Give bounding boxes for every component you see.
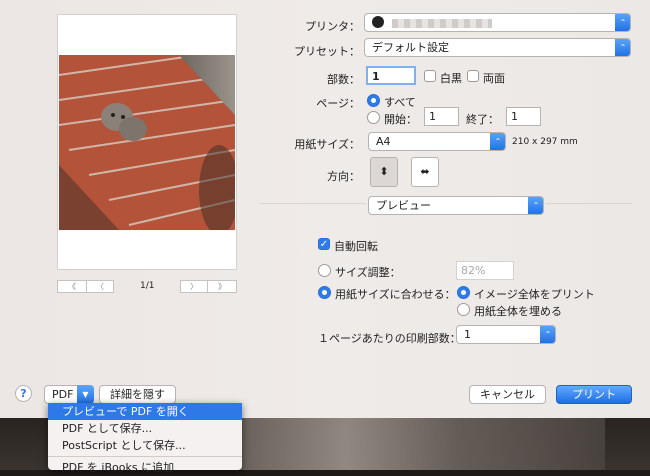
scale-label: サイズ調整：	[335, 266, 401, 279]
print-dialog: 《 〈 1/1 〉 》 プリンタ： ⌃ プリセット： デフォルト設定 ⌃ 部数：…	[0, 0, 650, 418]
duplex-label: 両面	[483, 72, 505, 85]
fill-paper-radio[interactable]	[457, 303, 470, 316]
kitten-photo	[59, 55, 235, 230]
first-page-button[interactable]: 《	[57, 280, 87, 293]
cancel-button[interactable]: キャンセル	[469, 385, 546, 404]
pages-range-radio[interactable]	[367, 111, 380, 124]
pages-to-input[interactable]: 1	[506, 107, 541, 126]
paper-size-value: A4	[376, 135, 391, 148]
print-entire-radio[interactable]	[457, 286, 470, 299]
last-page-button[interactable]: 》	[207, 280, 237, 293]
page-indicator: 1/1	[140, 281, 155, 291]
paper-dimensions: 210 x 297 mm	[512, 137, 578, 147]
chevron-updown-icon: ⌃	[540, 326, 555, 343]
menu-item-add-to-ibooks[interactable]: PDF を iBooks に追加	[48, 459, 242, 476]
printer-popup[interactable]: ⌃	[364, 13, 631, 32]
pages-from-label: 開始：	[384, 113, 417, 126]
fill-paper-label: 用紙全体を埋める	[474, 305, 562, 318]
chevron-updown-icon: ⌃	[615, 14, 630, 31]
portrait-icon: ⬍	[379, 165, 389, 178]
auto-rotate-label: 自動回転	[334, 240, 378, 253]
portrait-orientation-button[interactable]: ⬍	[370, 157, 398, 187]
fit-paper-radio[interactable]	[318, 286, 331, 299]
per-page-value: 1	[464, 328, 471, 341]
section-value: プレビュー	[376, 199, 431, 212]
help-button[interactable]: ?	[15, 385, 32, 402]
menu-item-save-as-pdf[interactable]: PDF として保存...	[48, 420, 242, 437]
per-page-label: １ページあたりの印刷部数：	[318, 332, 461, 345]
chevron-down-icon: ▼	[77, 385, 94, 404]
scale-input[interactable]: 82%	[456, 261, 514, 280]
print-entire-label: イメージ全体をプリント	[474, 288, 595, 301]
pdf-button-label: PDF	[52, 388, 74, 401]
pdf-dropdown-menu: プレビューで PDF を開く PDF として保存... PostScript と…	[48, 403, 242, 474]
section-popup[interactable]: プレビュー ⌃	[368, 196, 544, 215]
pages-to-label: 終了：	[466, 113, 499, 126]
pdf-menu-button[interactable]: PDF ▼	[44, 385, 94, 404]
printer-name-blurred	[391, 18, 492, 28]
preview-page	[57, 14, 237, 270]
preset-label: プリセット：	[294, 45, 360, 58]
paper-size-label: 用紙サイズ：	[294, 138, 360, 151]
fit-paper-label: 用紙サイズに合わせる：	[335, 288, 456, 301]
background-photo	[235, 418, 605, 470]
chevron-updown-icon: ⌃	[615, 39, 630, 56]
preset-popup[interactable]: デフォルト設定 ⌃	[364, 38, 631, 57]
copies-input[interactable]: 1	[366, 66, 416, 85]
landscape-orientation-button[interactable]: ⬌	[411, 157, 439, 187]
printer-icon	[372, 16, 384, 28]
landscape-icon: ⬌	[420, 165, 430, 178]
chevron-updown-icon: ⌃	[528, 197, 543, 214]
bw-label: 白黒	[440, 72, 462, 85]
hide-details-button[interactable]: 詳細を隠す	[99, 385, 176, 404]
chevron-updown-icon: ⌃	[490, 133, 505, 150]
per-page-popup[interactable]: 1 ⌃	[456, 325, 556, 344]
pages-label: ページ：	[316, 97, 360, 110]
pages-from-input[interactable]: 1	[424, 107, 459, 126]
duplex-checkbox[interactable]	[467, 70, 479, 82]
preset-value: デフォルト設定	[372, 41, 449, 54]
paper-size-popup[interactable]: A4 ⌃	[368, 132, 506, 151]
next-page-button[interactable]: 〉	[180, 280, 208, 293]
auto-rotate-checkbox[interactable]: ✓	[318, 238, 330, 250]
printer-label: プリンタ：	[305, 20, 360, 33]
print-button[interactable]: プリント	[556, 385, 632, 404]
copies-label: 部数：	[327, 73, 360, 86]
menu-item-save-as-postscript[interactable]: PostScript として保存...	[48, 437, 242, 454]
scale-radio[interactable]	[318, 264, 331, 277]
divider	[260, 203, 366, 204]
prev-page-button[interactable]: 〈	[86, 280, 114, 293]
orientation-label: 方向：	[327, 170, 360, 183]
menu-divider	[48, 456, 242, 457]
pages-all-label: すべて	[384, 96, 416, 109]
pages-all-radio[interactable]	[367, 94, 380, 107]
menu-item-open-in-preview[interactable]: プレビューで PDF を開く	[48, 403, 242, 420]
divider	[546, 203, 632, 204]
bw-checkbox[interactable]	[424, 70, 436, 82]
